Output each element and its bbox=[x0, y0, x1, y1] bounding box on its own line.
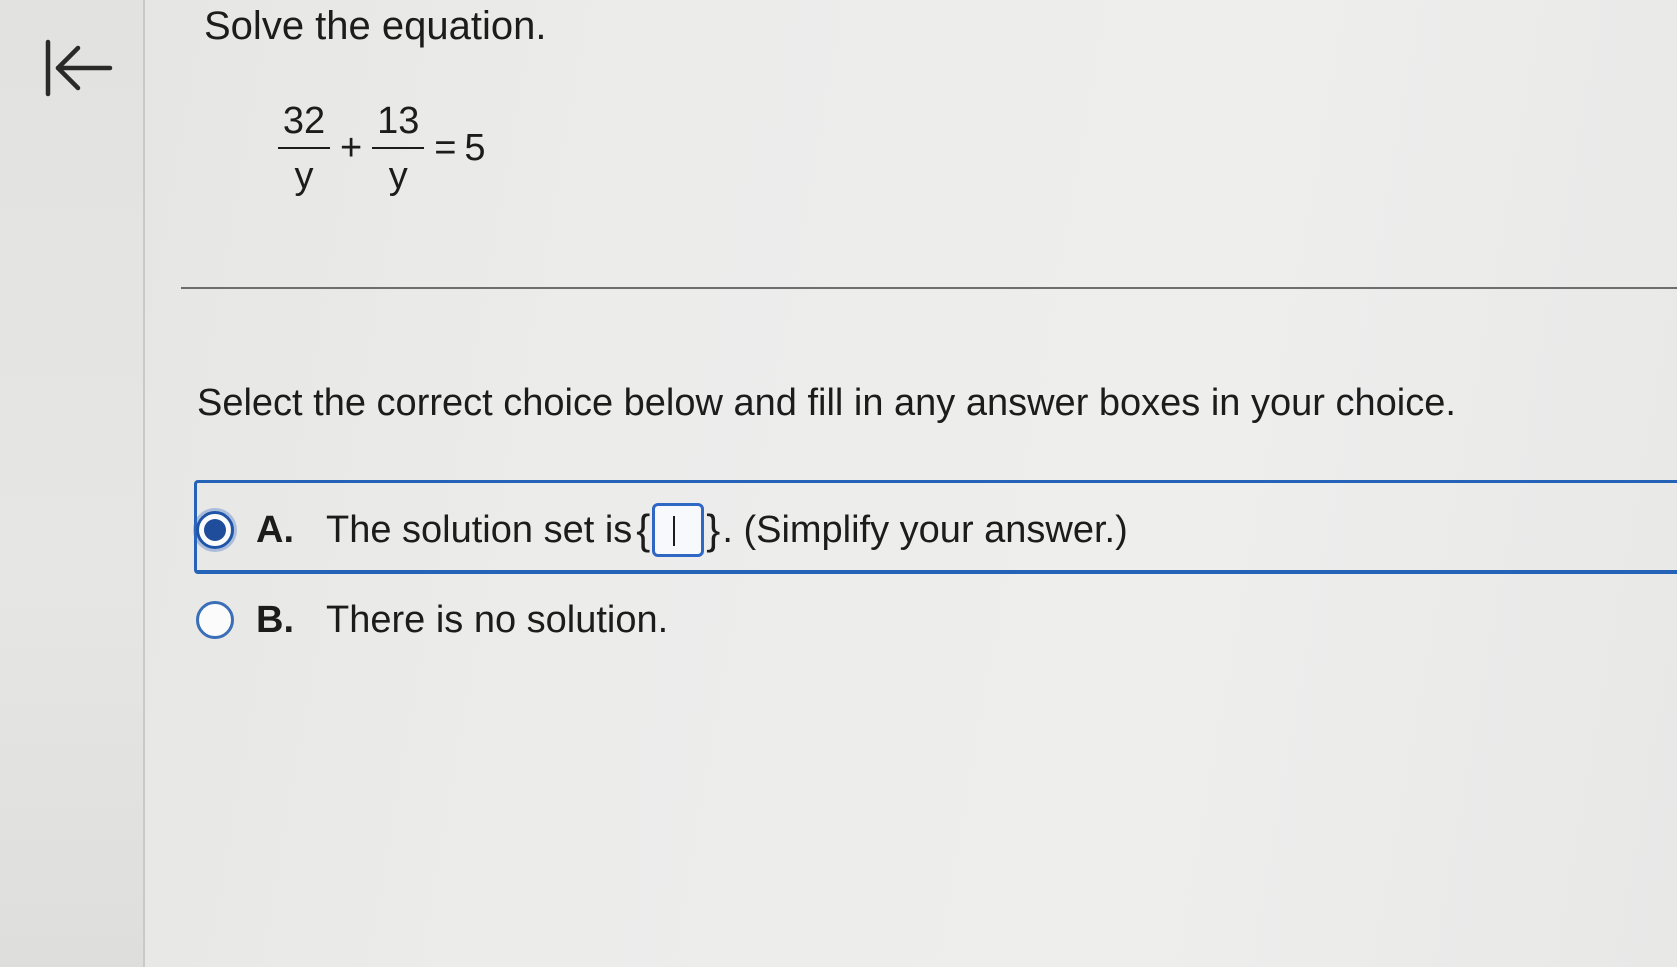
left-nav-panel bbox=[0, 0, 145, 967]
equation: 32 y + 13 y = 5 bbox=[276, 92, 486, 204]
solution-answer-box[interactable] bbox=[652, 503, 705, 557]
fraction-term-2: 13 y bbox=[370, 98, 426, 199]
fraction-bar bbox=[372, 146, 425, 149]
equation-rhs: 5 bbox=[464, 127, 486, 169]
equals-sign: = bbox=[434, 127, 457, 169]
first-question-button[interactable] bbox=[42, 36, 122, 100]
instructions-text: Select the correct choice below and fill… bbox=[197, 382, 1456, 424]
radio-selected-dot bbox=[204, 519, 226, 541]
fraction-term-1: 32 y bbox=[276, 98, 332, 199]
fraction-denominator: y bbox=[294, 154, 314, 197]
choice-b-letter: B. bbox=[256, 598, 294, 641]
fraction-numerator: 13 bbox=[377, 99, 420, 142]
choice-b-radio[interactable] bbox=[196, 601, 234, 639]
question-title: Solve the equation. bbox=[204, 4, 547, 48]
choice-b-text: There is no solution. bbox=[326, 598, 669, 641]
plus-operator: + bbox=[340, 127, 363, 169]
fraction-numerator: 32 bbox=[282, 99, 326, 142]
section-divider bbox=[181, 287, 1677, 289]
text-cursor bbox=[673, 516, 676, 546]
fraction-denominator: y bbox=[388, 154, 408, 197]
choice-b[interactable]: B. There is no solution. bbox=[196, 592, 668, 648]
choice-a[interactable]: A. The solution set is { } . (Simplify y… bbox=[196, 502, 1128, 558]
choice-a-hint: . (Simplify your answer.) bbox=[722, 508, 1128, 551]
choice-a-radio[interactable] bbox=[196, 511, 234, 549]
set-open-brace: { bbox=[636, 506, 651, 553]
choice-a-text: The solution set is bbox=[326, 508, 633, 551]
set-close-brace: } bbox=[706, 506, 721, 553]
choice-a-letter: A. bbox=[256, 508, 294, 551]
fraction-bar bbox=[278, 146, 330, 149]
first-page-arrow-icon bbox=[45, 39, 113, 97]
